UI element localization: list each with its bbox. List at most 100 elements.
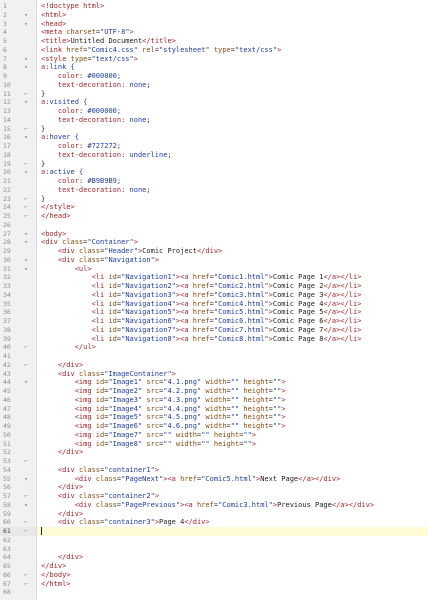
fold-toggle-icon[interactable]: ▾ [24, 11, 28, 20]
code-line[interactable]: <div class="container1"> [37, 466, 428, 475]
code-line[interactable]: } [37, 125, 428, 134]
code-line[interactable]: color: #727272; [37, 142, 428, 151]
line-number-label: 55 [3, 474, 11, 483]
code-line[interactable]: color: #000000; [37, 72, 428, 81]
code-line[interactable]: color: #000000; [37, 107, 428, 116]
code-line[interactable]: <ul> [37, 265, 428, 274]
code-line[interactable]: <body> [37, 230, 428, 239]
code-line[interactable]: <li id="Navigation7"><a href="Comic7.htm… [37, 326, 428, 335]
code-line[interactable]: </div> [37, 553, 428, 562]
code-line[interactable]: <link href="Comic4.css" rel="stylesheet"… [37, 46, 428, 55]
line-number: 29 [0, 247, 36, 256]
fold-toggle-icon[interactable]: ▾ [24, 501, 28, 510]
code-line[interactable]: text-decoration: none; [37, 81, 428, 90]
code-line[interactable]: <img id="Image8" src="" width="" height=… [37, 440, 428, 449]
code-line[interactable]: <meta charset="UTF-8"> [37, 28, 428, 37]
code-line[interactable]: text-decoration: none; [37, 116, 428, 125]
fold-toggle-icon[interactable]: ▾ [24, 20, 28, 29]
fold-toggle-icon[interactable]: ▾ [24, 133, 28, 142]
code-area[interactable]: <!doctype html> <html> <head> <meta charset… [37, 0, 428, 600]
line-number-label: 67 [3, 579, 11, 588]
code-line-active[interactable] [37, 527, 428, 536]
code-line[interactable]: <html> [37, 11, 428, 20]
line-number-label: 44 [3, 378, 11, 387]
code-editor[interactable]: 1 2 ▾ 3 ▾ 4 5 6 7 ▾ 8 ▾ 9 10 11 ⌐ 12 ▾ 13 14 15 ⌐ 16 ▾ 17 18 19 ⌐ 20… [0, 0, 428, 600]
code-line[interactable]: </div> [37, 361, 428, 370]
code-line[interactable]: <div class="container2"> [37, 492, 428, 501]
code-line[interactable]: <li id="Navigation4"><a href="Comic4.htm… [37, 300, 428, 309]
code-line[interactable]: text-decoration: none; [37, 186, 428, 195]
code-line[interactable]: <title>Untitled Document</title> [37, 37, 428, 46]
fold-end-icon: ⌐ [24, 89, 28, 98]
code-line[interactable]: <img id="Image2" src="4.2.png" width="" … [37, 387, 428, 396]
fold-toggle-icon[interactable]: ▾ [24, 168, 28, 177]
line-number: 20 ▾ [0, 168, 36, 177]
code-line[interactable] [37, 588, 428, 597]
code-line[interactable]: </div> [37, 448, 428, 457]
code-line[interactable]: text-decoration: underline; [37, 151, 428, 160]
code-line[interactable]: <style type="text/css"> [37, 55, 428, 64]
code-line[interactable]: <!doctype html> [37, 2, 428, 11]
line-number-label: 10 [3, 80, 11, 89]
code-line[interactable] [37, 536, 428, 545]
code-line[interactable]: </html> [37, 580, 428, 589]
fold-toggle-icon[interactable]: ▾ [24, 265, 28, 274]
code-line[interactable]: <li id="Navigation2"><a href="Comic2.htm… [37, 282, 428, 291]
line-number-label: 5 [3, 37, 7, 45]
code-line[interactable]: <li id="Navigation8"><a href="Comic8.htm… [37, 335, 428, 344]
fold-toggle-icon[interactable]: ▾ [24, 55, 28, 64]
code-line[interactable]: </div> [37, 483, 428, 492]
code-line[interactable]: <li id="Navigation1"><a href="Comic1.htm… [37, 273, 428, 282]
line-number: 61 ⌐ [0, 527, 36, 536]
code-line[interactable]: <div class="container3">Page 4</div> [37, 518, 428, 527]
code-line[interactable]: <li id="Navigation6"><a href="Comic6.htm… [37, 317, 428, 326]
fold-toggle-icon[interactable]: ▾ [24, 475, 28, 484]
code-line[interactable]: </div> [37, 510, 428, 519]
code-line[interactable]: <img id="Image4" src="4.4.png" width="" … [37, 405, 428, 414]
fold-toggle-icon[interactable]: ▾ [24, 63, 28, 72]
fold-toggle-icon[interactable]: ▾ [24, 378, 28, 387]
code-line[interactable]: color: #B9B9B9; [37, 177, 428, 186]
line-number-label: 8 [3, 63, 7, 72]
code-line[interactable]: </style> [37, 203, 428, 212]
line-number-gutter[interactable]: 1 2 ▾ 3 ▾ 4 5 6 7 ▾ 8 ▾ 9 10 11 ⌐ 12 ▾ 13 14 15 ⌐ 16 ▾ 17 18 19 ⌐ 20… [0, 0, 37, 600]
code-line[interactable]: <li id="Navigation3"><a href="Comic3.htm… [37, 291, 428, 300]
code-line[interactable]: <div class="Header">Comic Project</div> [37, 247, 428, 256]
fold-toggle-icon[interactable]: ▾ [24, 238, 28, 247]
code-line[interactable]: } [37, 195, 428, 204]
fold-toggle-icon[interactable]: ▾ [24, 230, 28, 239]
line-number-label: 16 [3, 133, 11, 142]
code-line[interactable]: a:link { [37, 63, 428, 72]
line-number: 4 [0, 28, 36, 37]
line-number-label: 32 [3, 273, 11, 282]
code-line[interactable]: <div class="ImageContainer"> [37, 370, 428, 379]
code-line[interactable]: <head> [37, 20, 428, 29]
code-line[interactable]: <img id="Image1" src="4.1.png" width="" … [37, 378, 428, 387]
code-line[interactable]: </ul> [37, 343, 428, 352]
code-line[interactable] [37, 221, 428, 230]
code-line[interactable]: <img id="Image6" src="4.6.png" width="" … [37, 422, 428, 431]
code-line[interactable]: <li id="Navigation5"><a href="Comic5.htm… [37, 308, 428, 317]
code-line[interactable]: </head> [37, 212, 428, 221]
code-line[interactable]: a:visited { [37, 98, 428, 107]
code-line[interactable]: <div class="Navigation"> [37, 256, 428, 265]
code-line[interactable]: <div class="PageNext"><a href="Comic5.ht… [37, 475, 428, 484]
code-line[interactable]: </div> [37, 562, 428, 571]
code-line[interactable]: <img id="Image3" src="4.3.png" width="" … [37, 396, 428, 405]
fold-toggle-icon[interactable]: ▾ [24, 98, 28, 107]
code-line[interactable]: <div class="PagePrevious"><a href="Comic… [37, 501, 428, 510]
code-line[interactable]: a:hover { [37, 133, 428, 142]
code-line[interactable]: a:active { [37, 168, 428, 177]
code-line[interactable]: <div class="Container"> [37, 238, 428, 247]
fold-toggle-icon[interactable]: ▾ [24, 256, 28, 265]
code-line[interactable] [37, 352, 428, 361]
code-line[interactable] [37, 545, 428, 554]
code-line[interactable]: </body> [37, 571, 428, 580]
code-line[interactable]: <img id="Image5" src="4.5.png" width="" … [37, 413, 428, 422]
code-line[interactable] [37, 457, 428, 466]
line-number-label: 6 [3, 45, 7, 54]
code-line[interactable]: <img id="Image7" src="" width="" height=… [37, 431, 428, 440]
line-number-label: 48 [3, 413, 11, 422]
code-line[interactable]: } [37, 160, 428, 169]
code-line[interactable]: } [37, 90, 428, 99]
